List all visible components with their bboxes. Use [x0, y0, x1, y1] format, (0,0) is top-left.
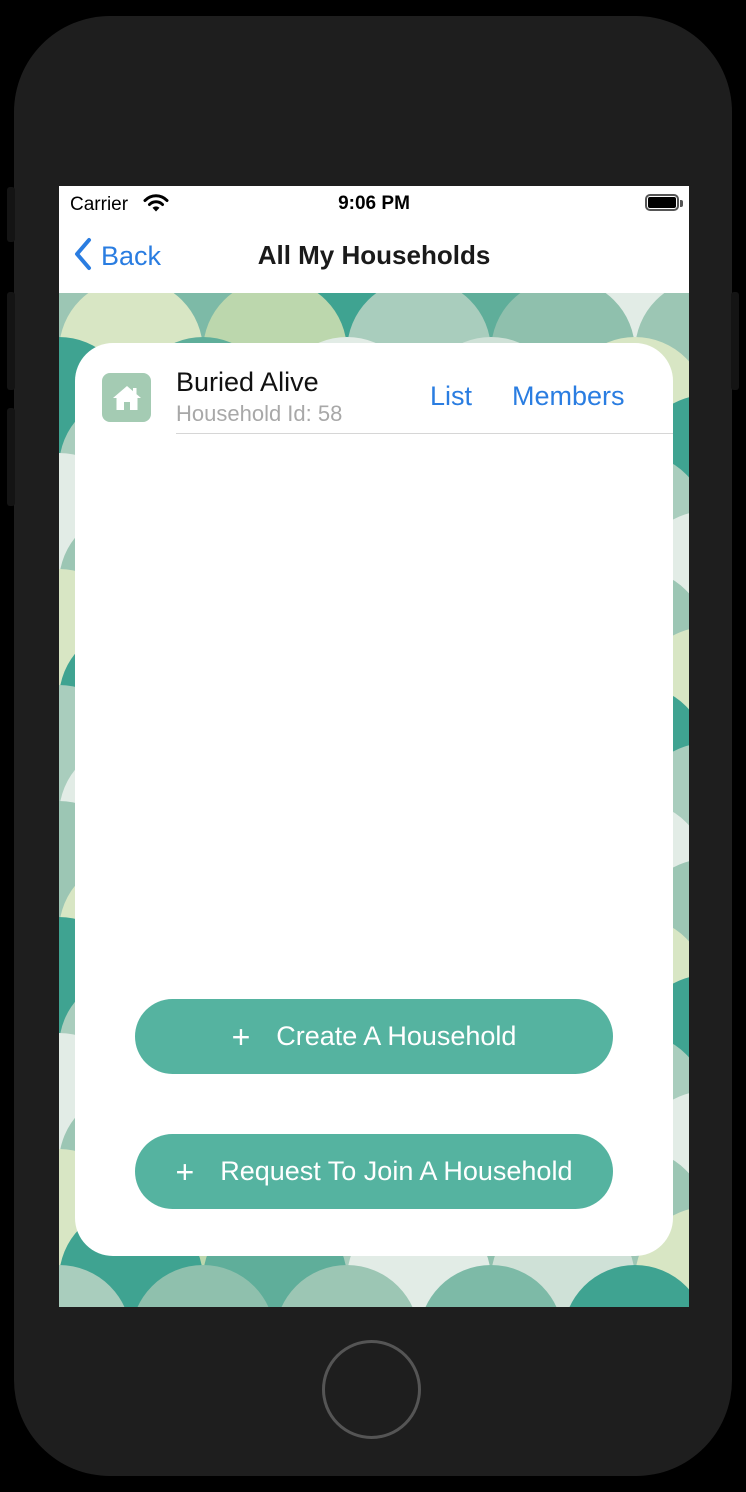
household-row[interactable]: Buried Alive Household Id: 58 List Membe… [75, 343, 673, 434]
mute-switch [7, 187, 15, 242]
members-button[interactable]: Members [512, 381, 625, 412]
create-household-label: Create A Household [276, 1021, 517, 1051]
household-id: Household Id: 58 [176, 401, 343, 426]
households-card: Buried Alive Household Id: 58 List Membe… [75, 343, 673, 1256]
navigation-bar: Back All My Households [59, 220, 689, 294]
battery-nub [680, 200, 683, 207]
join-household-label: Request To Join A Household [220, 1156, 573, 1186]
plus-icon: + [175, 1153, 195, 1190]
volume-up-button [7, 292, 15, 390]
household-name: Buried Alive [176, 367, 319, 397]
list-button[interactable]: List [430, 381, 472, 412]
plus-icon: + [231, 1018, 251, 1055]
house-icon [102, 373, 151, 422]
home-button[interactable] [322, 1340, 421, 1439]
screen: Carrier 9:06 PM Back All My Households B… [59, 186, 689, 1307]
status-time: 9:06 PM [338, 193, 410, 214]
join-household-button[interactable]: + Request To Join A Household [135, 1134, 613, 1209]
power-button [731, 292, 739, 390]
volume-down-button [7, 408, 15, 506]
battery-icon [645, 194, 679, 211]
row-divider [176, 433, 673, 434]
create-household-button[interactable]: + Create A Household [135, 999, 613, 1074]
status-bar: Carrier 9:06 PM [59, 186, 689, 220]
page-title: All My Households [257, 240, 491, 270]
